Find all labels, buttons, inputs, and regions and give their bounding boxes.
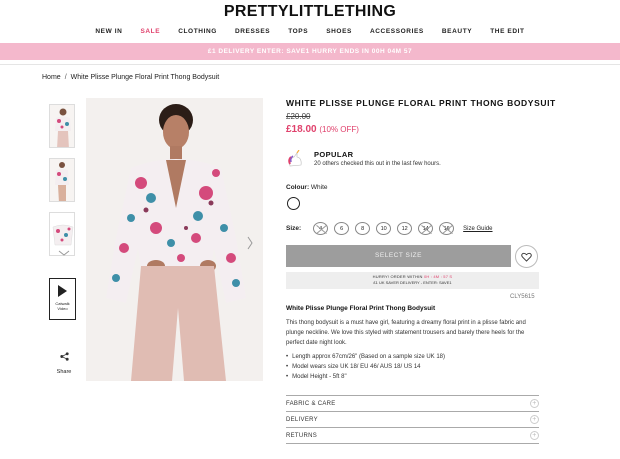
product-sku: CLY5615 [510,294,535,300]
breadcrumb-separator: / [64,74,67,81]
countdown-timer: 0H : 4M : 57 S [423,274,453,279]
feature-list: Length approx 67cm/26" (Based on a sampl… [286,352,445,382]
popular-text: POPULAR 20 others checked this out in th… [314,150,441,167]
thumbnail-2-image [50,159,74,201]
accordion-label: DELIVERY [286,416,318,423]
delivery-countdown: HURRY! ORDER WITHIN 0H : 4M : 57 S £1 UK… [286,272,539,289]
nav-beauty[interactable]: BEAUTY [433,28,481,35]
nav-sale[interactable]: SALE [131,28,169,35]
plus-icon: + [530,431,539,440]
popular-subtitle: 20 others checked this out in the last f… [314,161,441,167]
nav-shoes[interactable]: SHOES [317,28,361,35]
promo-banner[interactable]: £1 DELIVERY ENTER: SAVE1 HURRY ENDS IN 0… [0,43,620,60]
colour-label-key: Colour: [286,184,310,191]
discount-label: (10% OFF) [319,125,359,134]
product-title: WHITE PLISSE PLUNGE FLORAL PRINT THONG B… [286,98,556,108]
popular-title: POPULAR [314,150,354,159]
sale-price: £18.00 [286,124,317,135]
wishlist-button[interactable] [515,245,538,268]
share-icon [59,352,69,361]
accordion-divider [286,443,539,444]
colour-swatch-white[interactable] [287,197,300,210]
plus-icon: + [530,399,539,408]
size-option[interactable]: 4 [313,222,329,235]
size-option[interactable]: 10 [376,222,392,235]
size-guide-link[interactable]: Size Guide [463,226,492,232]
description-title: White Plisse Plunge Floral Print Thong B… [286,305,436,312]
accordion-returns[interactable]: RETURNS + [286,427,539,443]
thumbnail-1-image [50,105,74,147]
thumbnail-list [49,104,75,266]
nav-accessories[interactable]: ACCESSORIES [361,28,433,35]
nav-dresses[interactable]: DRESSES [226,28,279,35]
list-item: Model Height - 5ft 8" [286,372,445,382]
accordion-label: RETURNS [286,432,318,439]
share-button[interactable]: Share [52,348,76,375]
was-price: £20.00 [286,112,311,121]
list-item: Model wears size UK 18/ EU 46/ AUS 18/ U… [286,362,445,372]
main-nav: NEW IN SALE CLOTHING DRESSES TOPS SHOES … [0,28,620,35]
nav-the-edit[interactable]: THE EDIT [481,28,533,35]
catwalk-video-label: Catwalk Video [55,301,70,311]
size-option[interactable]: 16 [439,222,455,235]
colour-label: Colour: White [286,184,328,191]
size-selector: Size: 4 6 8 10 12 14 16 Size Guide [286,222,493,235]
delivery-offer: £1 UK SAVER DELIVERY - ENTER: SAVE1 [373,280,452,285]
accordion-label: FABRIC & CARE [286,400,336,407]
chevron-down-icon[interactable] [58,248,70,258]
countdown-line: HURRY! ORDER WITHIN 0H : 4M : 57 S [286,272,539,279]
breadcrumb-home[interactable]: Home [42,74,61,81]
heart-icon [521,252,532,262]
accordion-delivery[interactable]: DELIVERY + [286,411,539,427]
chevron-right-icon [247,236,253,250]
unicorn-icon [288,150,302,167]
breadcrumb-current: White Plisse Plunge Floral Print Thong B… [70,74,220,81]
gallery-next-button[interactable] [247,236,253,253]
nav-clothing[interactable]: CLOTHING [169,28,226,35]
breadcrumb: Home / White Plisse Plunge Floral Print … [42,74,219,81]
product-main-image[interactable] [86,98,263,381]
size-label: Size: [286,225,302,232]
nav-new-in[interactable]: NEW IN [86,28,131,35]
popular-badge: POPULAR 20 others checked this out in th… [286,150,441,170]
size-option[interactable]: 6 [334,222,350,235]
catwalk-video-button[interactable]: Catwalk Video [49,278,76,320]
play-icon [58,285,67,297]
site-logo[interactable]: PRETTYLITTLETHING [0,3,620,21]
thumbnail-2[interactable] [49,158,75,202]
size-option[interactable]: 12 [397,222,413,235]
now-price: £18.00 (10% OFF) [286,124,359,135]
list-item: Length approx 67cm/26" (Based on a sampl… [286,352,445,362]
description-body: This thong bodysuit is a must have girl,… [286,320,526,346]
header-divider [0,64,620,65]
plus-icon: + [530,415,539,424]
accordion-fabric-care[interactable]: FABRIC & CARE + [286,395,539,411]
thumbnail-1[interactable] [49,104,75,148]
countdown-label: HURRY! ORDER WITHIN [372,274,423,279]
share-label: Share [56,369,72,375]
size-option[interactable]: 14 [418,222,434,235]
select-size-button[interactable]: SELECT SIZE [286,245,511,267]
model-photo [86,98,263,381]
size-option[interactable]: 8 [355,222,371,235]
nav-tops[interactable]: TOPS [279,28,317,35]
colour-value: White [310,184,328,191]
